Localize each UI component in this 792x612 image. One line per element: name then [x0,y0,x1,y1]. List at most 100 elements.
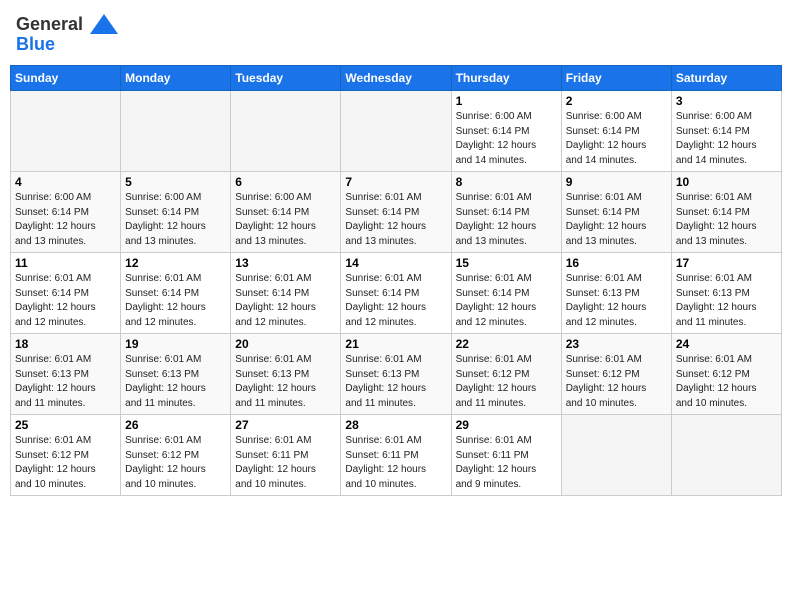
day-info: Sunrise: 6:01 AM Sunset: 6:14 PM Dayligh… [456,272,557,330]
day-number: 22 [456,337,557,351]
weekday-header-thursday: Thursday [451,66,561,91]
calendar-cell: 16 Sunrise: 6:01 AM Sunset: 6:13 PM Dayli… [561,253,671,334]
day-number: 8 [456,175,557,189]
day-info: Sunrise: 6:01 AM Sunset: 6:12 PM Dayligh… [125,434,226,492]
calendar-cell: 9Sunrise: 6:01 AM Sunset: 6:14 PM Daylig… [561,172,671,253]
day-number: 18 [15,337,116,351]
day-number: 16 [566,256,667,270]
day-number: 21 [345,337,446,351]
calendar-cell: 12 Sunrise: 6:01 AM Sunset: 6:14 PM Dayli… [121,253,231,334]
day-info: Sunrise: 6:01 AM Sunset: 6:13 PM Dayligh… [125,353,226,411]
day-info: Sunrise: 6:01 AM Sunset: 6:13 PM Dayligh… [345,353,446,411]
day-number: 4 [15,175,116,189]
day-number: 24 [676,337,777,351]
calendar-cell: 13 Sunrise: 6:01 AM Sunset: 6:14 PM Dayli… [231,253,341,334]
calendar-cell: 8 Sunrise: 6:01 AM Sunset: 6:14 PM Daylig… [451,172,561,253]
day-number: 20 [235,337,336,351]
calendar-cell: 2 Sunrise: 6:00 AM Sunset: 6:14 PM Daylig… [561,91,671,172]
calendar-cell [341,91,451,172]
day-info: Sunrise: 6:01 AM Sunset: 6:14 PM Dayligh… [676,191,777,249]
calendar-cell: 17 Sunrise: 6:01 AM Sunset: 6:13 PM Dayli… [671,253,781,334]
day-info: Sunrise: 6:01 AM Sunset: 6:14 PM Dayligh… [456,191,557,249]
day-info: Sunrise: 6:01 AM Sunset: 6:13 PM Dayligh… [566,272,667,330]
calendar-cell: 19 Sunrise: 6:01 AM Sunset: 6:13 PM Dayli… [121,334,231,415]
calendar-cell: 18 Sunrise: 6:01 AM Sunset: 6:13 PM Dayli… [11,334,121,415]
page-header: General Blue [10,10,782,59]
calendar-cell [231,91,341,172]
day-number: 19 [125,337,226,351]
day-number: 25 [15,418,116,432]
day-number: 23 [566,337,667,351]
day-info: Sunrise: 6:01 AM Sunset: 6:13 PM Dayligh… [235,353,336,411]
day-info: Sunrise: 6:01 AM Sunset: 6:14 PM Dayligh… [15,272,116,330]
day-info: Sunrise: 6:01 AM Sunset: 6:14 PM Dayligh… [125,272,226,330]
logo-icon [90,14,118,36]
calendar-cell: 4 Sunrise: 6:00 AM Sunset: 6:14 PM Daylig… [11,172,121,253]
day-number: 15 [456,256,557,270]
day-number: 12 [125,256,226,270]
day-number: 13 [235,256,336,270]
day-number: 17 [676,256,777,270]
calendar-cell: 3 Sunrise: 6:00 AM Sunset: 6:14 PM Daylig… [671,91,781,172]
day-number: 26 [125,418,226,432]
calendar-cell [561,415,671,496]
calendar-cell: 26 Sunrise: 6:01 AM Sunset: 6:12 PM Dayli… [121,415,231,496]
day-number: 3 [676,94,777,108]
calendar-cell: 5 Sunrise: 6:00 AM Sunset: 6:14 PM Daylig… [121,172,231,253]
day-info: Sunrise: 6:01 AM Sunset: 6:11 PM Dayligh… [345,434,446,492]
weekday-header-tuesday: Tuesday [231,66,341,91]
calendar-cell: 6 Sunrise: 6:00 AM Sunset: 6:14 PM Daylig… [231,172,341,253]
day-info: Sunrise: 6:01 AM Sunset: 6:14 PM Dayligh… [345,272,446,330]
day-number: 5 [125,175,226,189]
calendar-cell: 20 Sunrise: 6:01 AM Sunset: 6:13 PM Dayli… [231,334,341,415]
calendar-cell [671,415,781,496]
calendar-cell: 10 Sunrise: 6:01 AM Sunset: 6:14 PM Dayli… [671,172,781,253]
weekday-header-sunday: Sunday [11,66,121,91]
calendar-cell: 15 Sunrise: 6:01 AM Sunset: 6:14 PM Dayli… [451,253,561,334]
calendar-cell: 22 Sunrise: 6:01 AM Sunset: 6:12 PM Dayli… [451,334,561,415]
day-info: Sunrise: 6:00 AM Sunset: 6:14 PM Dayligh… [15,191,116,249]
day-info: Sunrise: 6:01 AM Sunset: 6:13 PM Dayligh… [676,272,777,330]
weekday-header-wednesday: Wednesday [341,66,451,91]
day-info: Sunrise: 6:01 AM Sunset: 6:12 PM Dayligh… [15,434,116,492]
calendar-cell: 14Sunrise: 6:01 AM Sunset: 6:14 PM Dayli… [341,253,451,334]
calendar-table: SundayMondayTuesdayWednesdayThursdayFrid… [10,65,782,496]
day-number: 2 [566,94,667,108]
weekday-header-saturday: Saturday [671,66,781,91]
day-info: Sunrise: 6:01 AM Sunset: 6:12 PM Dayligh… [456,353,557,411]
calendar-cell: 25 Sunrise: 6:01 AM Sunset: 6:12 PM Dayli… [11,415,121,496]
day-number: 28 [345,418,446,432]
day-info: Sunrise: 6:00 AM Sunset: 6:14 PM Dayligh… [676,110,777,168]
calendar-cell: 27 Sunrise: 6:01 AM Sunset: 6:11 PM Dayli… [231,415,341,496]
day-info: Sunrise: 6:00 AM Sunset: 6:14 PM Dayligh… [456,110,557,168]
day-number: 6 [235,175,336,189]
day-info: Sunrise: 6:01 AM Sunset: 6:14 PM Dayligh… [235,272,336,330]
calendar-cell: 28 Sunrise: 6:01 AM Sunset: 6:11 PM Dayli… [341,415,451,496]
day-info: Sunrise: 6:00 AM Sunset: 6:14 PM Dayligh… [125,191,226,249]
day-info: Sunrise: 6:00 AM Sunset: 6:14 PM Dayligh… [566,110,667,168]
day-number: 1 [456,94,557,108]
calendar-cell: 29 Sunrise: 6:01 AM Sunset: 6:11 PM Dayli… [451,415,561,496]
day-number: 11 [15,256,116,270]
weekday-header-monday: Monday [121,66,231,91]
day-info: Sunrise: 6:01 AM Sunset: 6:11 PM Dayligh… [235,434,336,492]
calendar-cell: 24 Sunrise: 6:01 AM Sunset: 6:12 PM Dayli… [671,334,781,415]
day-number: 27 [235,418,336,432]
day-number: 10 [676,175,777,189]
day-info: Sunrise: 6:01 AM Sunset: 6:14 PM Dayligh… [345,191,446,249]
calendar-cell: 21 Sunrise: 6:01 AM Sunset: 6:13 PM Dayli… [341,334,451,415]
calendar-cell [11,91,121,172]
day-number: 29 [456,418,557,432]
day-info: Sunrise: 6:00 AM Sunset: 6:14 PM Dayligh… [235,191,336,249]
day-info: Sunrise: 6:01 AM Sunset: 6:14 PM Dayligh… [566,191,667,249]
day-info: Sunrise: 6:01 AM Sunset: 6:12 PM Dayligh… [566,353,667,411]
logo: General Blue [16,14,120,55]
day-info: Sunrise: 6:01 AM Sunset: 6:13 PM Dayligh… [15,353,116,411]
calendar-cell: 23 Sunrise: 6:01 AM Sunset: 6:12 PM Dayli… [561,334,671,415]
calendar-cell [121,91,231,172]
day-info: Sunrise: 6:01 AM Sunset: 6:12 PM Dayligh… [676,353,777,411]
day-number: 7 [345,175,446,189]
day-info: Sunrise: 6:01 AM Sunset: 6:11 PM Dayligh… [456,434,557,492]
calendar-cell: 1 Sunrise: 6:00 AM Sunset: 6:14 PM Daylig… [451,91,561,172]
weekday-header-friday: Friday [561,66,671,91]
